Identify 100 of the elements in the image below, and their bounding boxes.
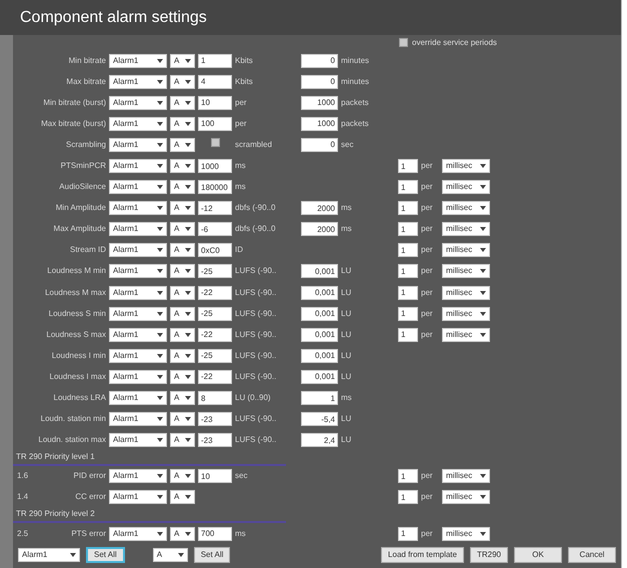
alarm-dropdown[interactable]: Alarm1: [109, 96, 167, 110]
set-all-button[interactable]: Set All: [86, 547, 125, 564]
value-field[interactable]: -22: [198, 328, 232, 342]
count-field[interactable]: 0,001: [301, 286, 338, 300]
grade-dropdown[interactable]: A: [170, 96, 195, 110]
grade-dropdown[interactable]: A: [170, 138, 195, 152]
alarm-dropdown[interactable]: Alarm1: [109, 469, 167, 484]
value-field[interactable]: -22: [198, 286, 232, 300]
alarm-dropdown[interactable]: Alarm1: [109, 306, 167, 321]
rate-field[interactable]: 1: [398, 264, 418, 278]
value-field[interactable]: 10: [198, 469, 232, 484]
grade-dropdown[interactable]: A: [170, 328, 195, 342]
count-field[interactable]: 2000: [301, 222, 338, 236]
grade-dropdown[interactable]: A: [170, 243, 195, 258]
value-field[interactable]: 4: [198, 74, 232, 89]
period-dropdown[interactable]: millisec: [442, 469, 490, 484]
period-dropdown[interactable]: millisec: [442, 159, 490, 174]
value-field[interactable]: 10: [198, 96, 232, 110]
value-field[interactable]: 700: [198, 526, 232, 541]
alarm-dropdown[interactable]: Alarm1: [109, 412, 167, 426]
value-field[interactable]: -25: [198, 348, 232, 363]
value-field[interactable]: 0xC0: [198, 243, 232, 258]
alarm-dropdown[interactable]: Alarm1: [109, 526, 167, 541]
value-field[interactable]: 8: [198, 391, 232, 406]
dialog-button[interactable]: Cancel: [568, 547, 616, 564]
period-dropdown[interactable]: millisec: [442, 264, 490, 278]
grade-dropdown[interactable]: A: [170, 370, 195, 384]
count-field[interactable]: 1000: [301, 116, 338, 131]
count-field[interactable]: 1: [301, 391, 338, 406]
count-field[interactable]: -5,4: [301, 412, 338, 426]
count-field[interactable]: 0: [301, 74, 338, 89]
count-field[interactable]: 0: [301, 54, 338, 68]
period-dropdown[interactable]: millisec: [442, 201, 490, 216]
count-field[interactable]: 2000: [301, 201, 338, 216]
alarm-dropdown[interactable]: Alarm1: [109, 348, 167, 363]
grade-dropdown[interactable]: A: [170, 526, 195, 541]
value-field[interactable]: 1000: [198, 159, 232, 174]
period-dropdown[interactable]: millisec: [442, 526, 490, 541]
value-field[interactable]: -25: [198, 306, 232, 321]
rate-field[interactable]: 1: [398, 201, 418, 216]
alarm-dropdown[interactable]: Alarm1: [109, 286, 167, 300]
alarm-dropdown[interactable]: Alarm1: [109, 54, 167, 68]
alarm-dropdown[interactable]: Alarm1: [109, 74, 167, 89]
value-field[interactable]: -12: [198, 201, 232, 216]
value-field[interactable]: -6: [198, 222, 232, 236]
alarm-dropdown[interactable]: Alarm1: [109, 222, 167, 236]
set-all-button[interactable]: Set All: [194, 547, 230, 564]
grade-dropdown[interactable]: A: [170, 201, 195, 216]
value-field[interactable]: 100: [198, 116, 232, 131]
value-field[interactable]: -22: [198, 370, 232, 384]
rate-field[interactable]: 1: [398, 469, 418, 484]
count-field[interactable]: 0,001: [301, 328, 338, 342]
value-field[interactable]: -23: [198, 412, 232, 426]
rate-field[interactable]: 1: [398, 159, 418, 174]
grade-dropdown[interactable]: A: [170, 469, 195, 484]
dialog-button[interactable]: TR290: [470, 547, 508, 564]
rate-field[interactable]: 1: [398, 180, 418, 194]
checkbox[interactable]: [399, 38, 408, 47]
alarm-dropdown[interactable]: Alarm1: [109, 138, 167, 152]
rate-field[interactable]: 1: [398, 328, 418, 342]
period-dropdown[interactable]: millisec: [442, 286, 490, 300]
grade-dropdown[interactable]: A: [170, 264, 195, 278]
count-field[interactable]: 0: [301, 138, 338, 152]
count-field[interactable]: 0,001: [301, 264, 338, 278]
alarm-dropdown[interactable]: Alarm1: [109, 391, 167, 406]
alarm-dropdown[interactable]: Alarm1: [109, 370, 167, 384]
grade-dropdown[interactable]: A: [170, 74, 195, 89]
rate-field[interactable]: 1: [398, 286, 418, 300]
grade-dropdown[interactable]: A: [170, 159, 195, 174]
value-field[interactable]: 180000: [198, 180, 232, 194]
dialog-button[interactable]: Load from template: [381, 547, 464, 564]
alarm-dropdown[interactable]: Alarm1: [109, 264, 167, 278]
count-field[interactable]: 0,001: [301, 306, 338, 321]
grade-dropdown[interactable]: A: [170, 306, 195, 321]
period-dropdown[interactable]: millisec: [442, 328, 490, 342]
grade-dropdown[interactable]: A: [152, 548, 188, 562]
rate-field[interactable]: 1: [398, 490, 418, 504]
alarm-dropdown[interactable]: Alarm1: [109, 201, 167, 216]
count-field[interactable]: 0,001: [301, 348, 338, 363]
alarm-dropdown[interactable]: Alarm1: [109, 116, 167, 131]
period-dropdown[interactable]: millisec: [442, 306, 490, 321]
value-field[interactable]: 1: [198, 54, 232, 68]
count-field[interactable]: 2,4: [301, 433, 338, 448]
alarm-dropdown[interactable]: Alarm1: [109, 433, 167, 448]
grade-dropdown[interactable]: A: [170, 391, 195, 406]
period-dropdown[interactable]: millisec: [442, 490, 490, 504]
period-dropdown[interactable]: millisec: [442, 180, 490, 194]
grade-dropdown[interactable]: A: [170, 490, 195, 504]
alarm-dropdown[interactable]: Alarm1: [109, 180, 167, 194]
grade-dropdown[interactable]: A: [170, 54, 195, 68]
value-field[interactable]: -23: [198, 433, 232, 448]
grade-dropdown[interactable]: A: [170, 116, 195, 131]
alarm-dropdown[interactable]: Alarm1: [109, 243, 167, 258]
grade-dropdown[interactable]: A: [170, 412, 195, 426]
grade-dropdown[interactable]: A: [170, 286, 195, 300]
checkbox[interactable]: [210, 138, 220, 148]
alarm-dropdown[interactable]: Alarm1: [109, 490, 167, 504]
period-dropdown[interactable]: millisec: [442, 222, 490, 236]
rate-field[interactable]: 1: [398, 526, 418, 541]
grade-dropdown[interactable]: A: [170, 433, 195, 448]
